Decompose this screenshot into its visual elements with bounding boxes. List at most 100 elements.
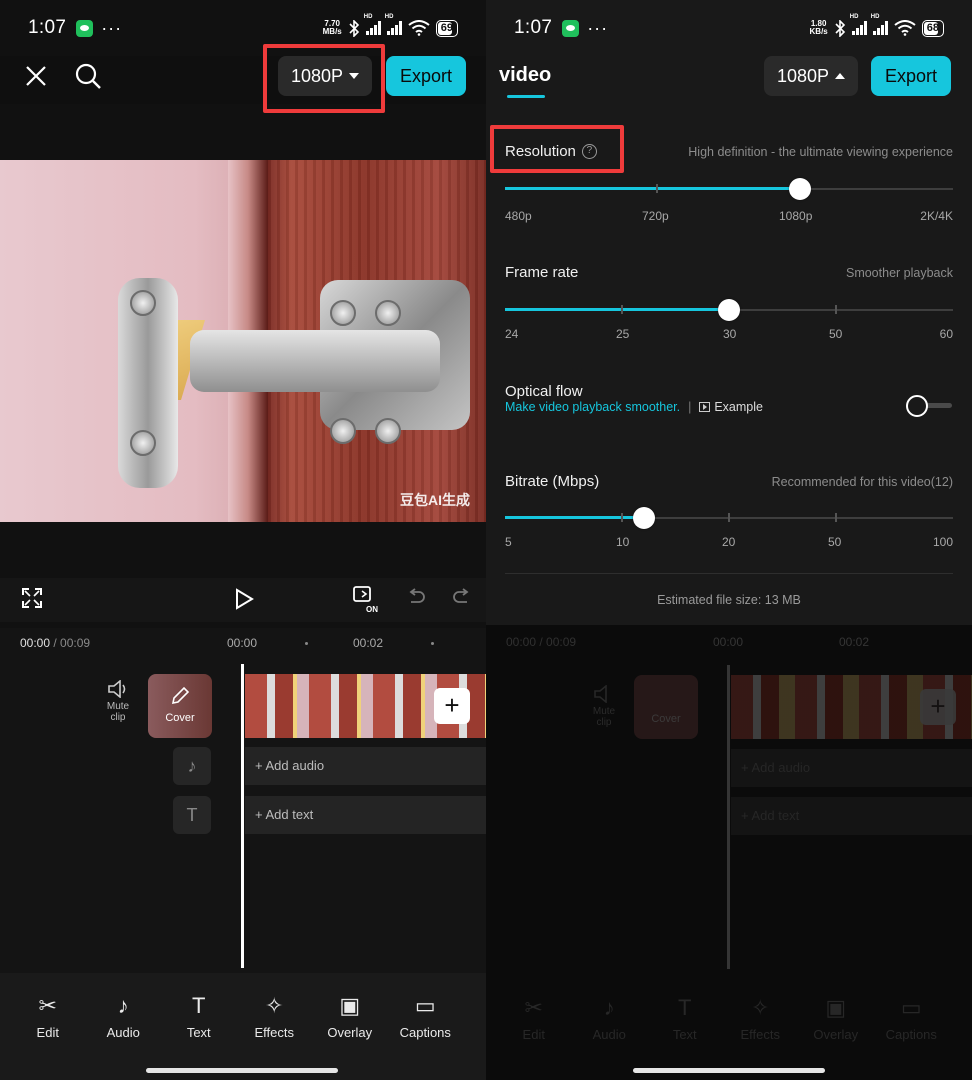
tool-text: T Text	[672, 995, 697, 1042]
tool-effects[interactable]: ✧ Effects	[237, 973, 313, 1080]
signal-icon: HD	[364, 14, 381, 35]
signal-icon: HD	[850, 14, 867, 35]
mute-clip-button: Mute clip	[586, 684, 622, 728]
add-text-track[interactable]: + Add text	[245, 796, 486, 834]
svg-text:ON: ON	[366, 605, 378, 614]
battery-icon: 69	[435, 19, 458, 37]
bitrate-ticks: 5 10 20 50 100	[505, 535, 953, 549]
battery-icon: 68	[921, 19, 944, 37]
play-icon[interactable]	[233, 588, 255, 610]
close-icon[interactable]	[24, 64, 48, 88]
highlight-box-resolution-button	[263, 44, 385, 113]
dimmed-editor-background: 00:00 / 00:09 00:00 00:02 Mute clip Cove…	[486, 625, 972, 1080]
playhead[interactable]	[241, 664, 244, 968]
time-readout: 00:00 / 00:09	[506, 635, 577, 649]
tool-edit[interactable]: ✂ Edit	[10, 973, 86, 1080]
editor-screen: 1:07 ··· 7.70MB/s HD HD 69 1080P Export	[0, 0, 486, 1080]
redo-icon[interactable]	[452, 588, 472, 608]
status-bar: 1:07 ··· 7.70 MB/s HD HD 69	[0, 0, 486, 56]
tool-overlay[interactable]: ▣ Overlay	[312, 973, 388, 1080]
export-button[interactable]: Export	[386, 56, 466, 96]
status-time: 1:07	[28, 17, 67, 38]
frame-rate-slider-knob[interactable]	[718, 299, 740, 321]
resolution-slider-knob[interactable]	[789, 178, 811, 200]
tool-text[interactable]: T Text	[161, 973, 237, 1080]
pencil-icon	[171, 686, 190, 705]
bitrate-slider[interactable]	[505, 507, 953, 529]
resolution-hint: High definition - the ultimate viewing e…	[688, 145, 953, 159]
editor-top-bar: 1080P Export	[0, 56, 486, 104]
fullscreen-icon[interactable]	[22, 588, 42, 608]
cover-button[interactable]: Cover	[148, 674, 212, 738]
add-audio-track[interactable]: + Add audio	[245, 747, 486, 785]
estimated-file-size: Estimated file size: 13 MB	[657, 593, 801, 607]
sparkle-icon: ✧	[265, 993, 284, 1018]
tool-captions[interactable]: ▭ Captions	[388, 973, 464, 1080]
tool-effects: ✧ Effects	[740, 995, 780, 1042]
overlay-icon: ▣	[339, 993, 361, 1018]
resolution-ticks: 480p 720p 1080p 2K/4K	[505, 209, 953, 223]
frame-rate-slider[interactable]	[505, 299, 953, 321]
more-notifications-icon: ···	[101, 17, 123, 38]
tool-audio[interactable]: ♪ Audio	[86, 973, 162, 1080]
network-speed: 1.80 KB/s	[809, 19, 828, 36]
undo-icon[interactable]	[406, 588, 426, 608]
play-box-icon	[699, 402, 711, 412]
music-note-icon: ♪	[173, 747, 211, 785]
speaker-icon	[594, 684, 607, 704]
tool-edit: ✂ Edit	[522, 995, 545, 1042]
signal-icon-2: HD	[871, 14, 888, 35]
ai-watermark: 豆包AI生成	[400, 492, 470, 508]
more-notifications-icon: ···	[587, 17, 609, 38]
wifi-icon	[408, 20, 430, 36]
home-indicator[interactable]	[146, 1068, 338, 1073]
export-button[interactable]: Export	[871, 56, 951, 96]
frame-rate-hint: Smoother playback	[845, 266, 953, 280]
wifi-icon	[894, 20, 916, 36]
status-bar: 1:07 ··· 1.80 KB/s HD HD 68	[486, 0, 972, 56]
playback-controls: ON	[0, 578, 486, 622]
wechat-icon	[562, 19, 580, 37]
tool-captions: ▭ Captions	[885, 995, 937, 1042]
video-tab[interactable]: video	[499, 64, 551, 87]
add-clip-button: +	[920, 689, 956, 725]
status-time: 1:07	[514, 17, 553, 38]
frame-rate-ticks: 24 25 30 50 60	[505, 327, 953, 341]
search-icon[interactable]	[74, 62, 102, 90]
keyframe-on-icon[interactable]: ON	[352, 584, 382, 614]
tool-overlay: ▣ Overlay	[813, 995, 859, 1042]
highlight-box-resolution-label	[490, 125, 624, 173]
text-icon: T	[192, 993, 206, 1018]
resolution-slider[interactable]	[505, 178, 953, 200]
speaker-icon	[108, 679, 126, 699]
hinge-arm-image	[190, 330, 440, 392]
resolution-dropdown-button[interactable]: 1080P	[764, 56, 858, 96]
network-speed: 7.70 MB/s	[322, 19, 342, 36]
scissors-icon: ✂	[38, 993, 57, 1018]
add-audio-track: + Add audio	[731, 749, 972, 787]
example-link[interactable]: Example	[699, 400, 763, 414]
export-settings-screen: 1:07 ··· 1.80 KB/s HD HD 68 video 1080P E…	[486, 0, 972, 1080]
captions-icon: ▭	[414, 993, 436, 1018]
tab-underline	[507, 95, 545, 98]
optical-flow-toggle[interactable]	[906, 395, 952, 417]
bitrate-slider-knob[interactable]	[633, 507, 655, 529]
video-preview[interactable]: 豆包AI生成	[0, 160, 486, 522]
caret-up-icon	[835, 73, 846, 79]
bitrate-label: Bitrate (Mbps)	[505, 473, 600, 490]
optical-flow-label: Optical flow	[505, 383, 583, 400]
mute-clip-button[interactable]: Mute clip	[100, 679, 136, 723]
optical-flow-description: Make video playback smoother. | Example	[505, 400, 763, 414]
signal-icon-2: HD	[385, 14, 402, 35]
home-indicator[interactable]	[633, 1068, 825, 1073]
playhead	[727, 665, 730, 969]
bluetooth-icon	[835, 19, 845, 37]
time-mark: 00:00	[227, 636, 258, 650]
music-note-icon: ♪	[117, 993, 129, 1018]
bluetooth-icon	[349, 19, 359, 37]
add-clip-button[interactable]: +	[434, 688, 470, 724]
text-track-icon: T	[173, 796, 211, 834]
cover-button: Cover	[634, 675, 698, 739]
frame-rate-label: Frame rate	[505, 264, 579, 281]
time-mark: 00:02	[353, 636, 384, 650]
